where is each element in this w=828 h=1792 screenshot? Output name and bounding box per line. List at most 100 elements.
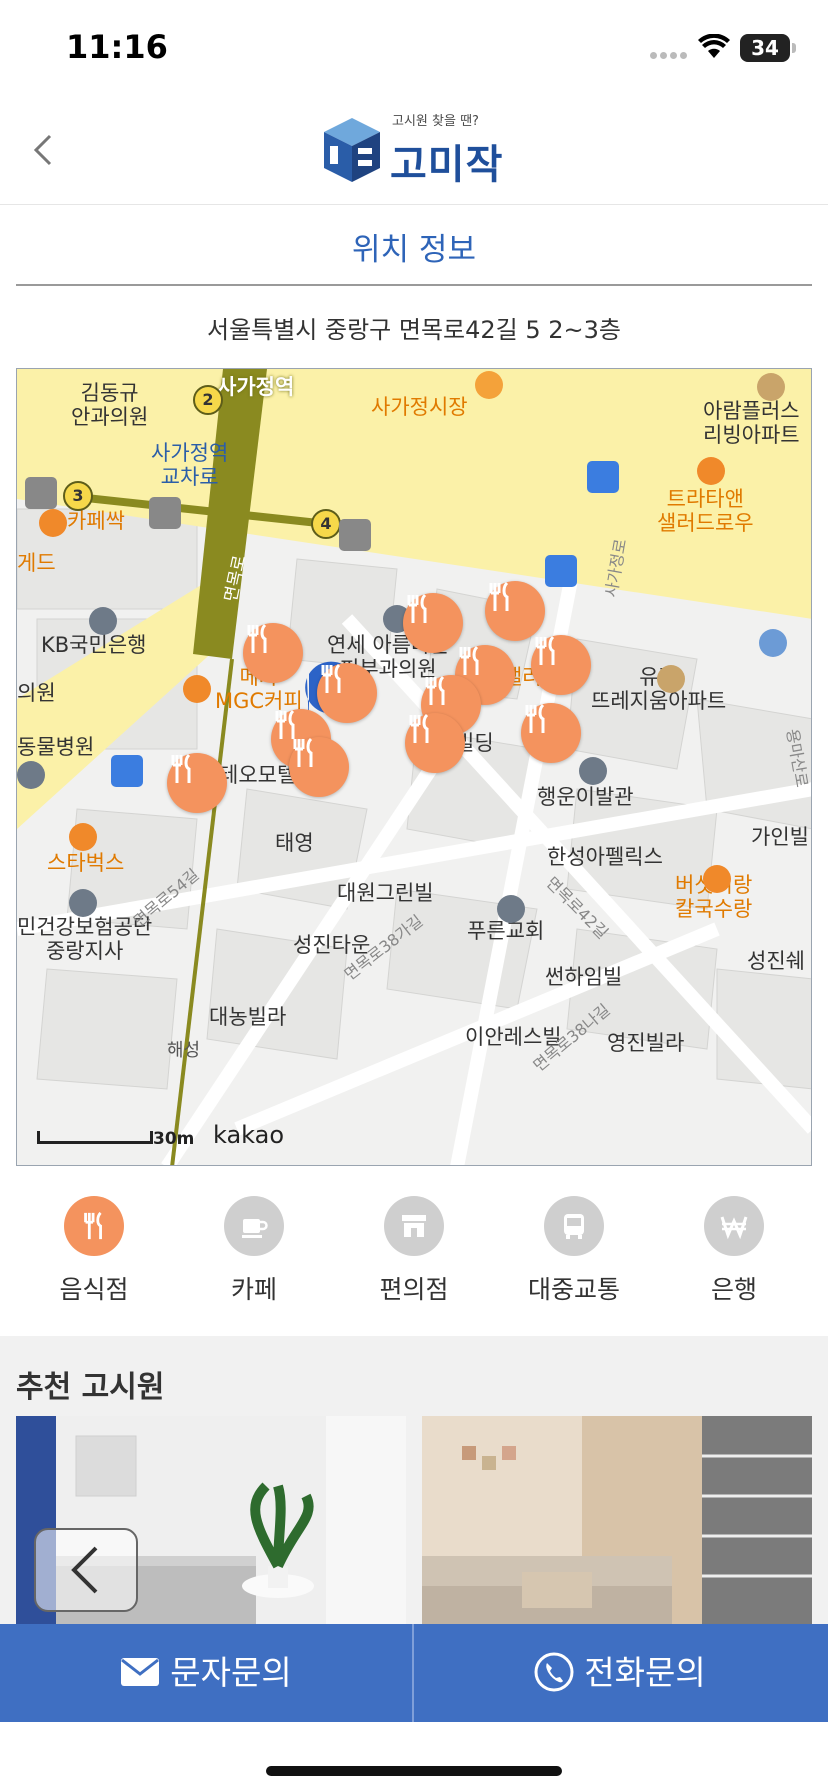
fork-knife-icon [459, 645, 479, 675]
call-inquiry-button[interactable]: 전화문의 [414, 1624, 826, 1722]
category-cafe[interactable]: 카페 [194, 1196, 314, 1306]
map-label: 해성 [167, 1040, 201, 1061]
coffee-cup-icon [224, 1196, 284, 1256]
building-icon [757, 373, 785, 401]
bank-icon [89, 607, 117, 635]
section-divider [16, 284, 812, 286]
station-exit-marker: 3 [63, 481, 93, 511]
map-label: 아람플러스 리빙아파트 [703, 399, 800, 448]
location-map[interactable]: 김동규 안과의원 사가정역 사가정시장 아람플러스 리빙아파트 사가정역 교차로 트라… [16, 368, 812, 1166]
restaurant-pin[interactable] [521, 703, 581, 763]
map-provider-logo: kakao [213, 1121, 285, 1149]
home-indicator [266, 1766, 562, 1776]
category-label: 음식점 [59, 1275, 129, 1304]
status-time: 11:16 [66, 28, 168, 66]
fork-knife-icon [525, 703, 545, 733]
restaurant-pin[interactable] [317, 663, 377, 723]
category-label: 편의점 [379, 1275, 449, 1304]
map-label: 대농빌라 [209, 1005, 287, 1029]
map-label: 동물병원 [17, 735, 95, 759]
back-button[interactable] [24, 130, 64, 170]
parking-icon [759, 629, 787, 657]
restaurant-pin[interactable] [167, 753, 227, 813]
cube-logo-icon [324, 118, 380, 182]
market-icon [475, 371, 503, 399]
map-scale-bar [37, 1131, 153, 1144]
station-exit-marker: 2 [193, 385, 223, 415]
recommended-card[interactable] [422, 1416, 812, 1626]
category-restaurant[interactable]: 음식점 [34, 1196, 154, 1306]
restaurant-pin[interactable] [531, 635, 591, 695]
category-label: 대중교통 [527, 1275, 620, 1304]
carousel-prev-button[interactable] [34, 1528, 138, 1612]
building-icon [69, 889, 97, 917]
bus-stop-icon [545, 555, 577, 587]
map-label: 대원그린빌 [337, 881, 434, 905]
restaurant-pin[interactable] [243, 623, 303, 683]
map-label: 사가정역 교차로 [151, 441, 229, 490]
sms-inquiry-label: 문자문의 [170, 1653, 292, 1692]
battery-cap [792, 43, 796, 53]
building-icon [657, 665, 685, 693]
store-icon [384, 1196, 444, 1256]
category-label: 은행 [710, 1275, 757, 1304]
category-label: 카페 [230, 1275, 277, 1304]
barber-icon [579, 757, 607, 785]
recommended-title: 추천 고시원 [16, 1370, 165, 1405]
map-label: 테오모텔 [219, 763, 297, 787]
restaurant-pin[interactable] [289, 737, 349, 797]
category-transit[interactable]: 대중교통 [514, 1196, 634, 1306]
church-icon [497, 895, 525, 923]
map-label: 트라타앤 샐러드로우 [657, 487, 754, 536]
fork-knife-icon [409, 713, 429, 743]
restaurant-pin[interactable] [485, 581, 545, 641]
cafe-icon [39, 509, 67, 537]
restaurant-icon [697, 457, 725, 485]
fork-knife-icon [489, 581, 509, 611]
map-label: 민건강보험공단 중랑지사 [17, 915, 153, 964]
bus-stop-icon [111, 755, 143, 787]
wifi-icon [698, 33, 730, 64]
map-label: 스타벅스 [47, 851, 125, 875]
map-label: 게드 [17, 551, 56, 575]
logo-text: 고미작 [390, 142, 504, 188]
restaurant-pin[interactable] [405, 713, 465, 773]
map-label: 한성아펠릭스 [547, 845, 663, 869]
map-label: 썬하임빌 [545, 965, 623, 989]
won-icon [704, 1196, 764, 1256]
category-bank[interactable]: 은행 [674, 1196, 794, 1306]
phone-icon [534, 1652, 574, 1691]
pet-icon [17, 761, 45, 789]
fork-knife-icon [247, 623, 267, 653]
restaurant-pin[interactable] [403, 593, 463, 653]
app-header: 고시원 찾을 땐? 고미작 [0, 90, 828, 205]
fork-knife-icon [321, 663, 341, 693]
contact-bar: 문자문의 전화문의 [0, 1624, 828, 1722]
recommended-section: 추천 고시원 [0, 1336, 828, 1626]
logo-tagline: 고시원 찾을 땐? [392, 114, 479, 129]
map-label: KB국민은행 [41, 633, 147, 657]
elevator-icon [149, 497, 181, 529]
map-label: 사가정역 [217, 375, 295, 399]
room-photo [422, 1416, 812, 1626]
fork-knife-icon [407, 593, 427, 623]
category-convenience-store[interactable]: 편의점 [354, 1196, 474, 1306]
app-logo[interactable]: 고시원 찾을 땐? 고미작 [320, 108, 510, 188]
bus-stop-icon [587, 461, 619, 493]
sms-inquiry-button[interactable]: 문자문의 [0, 1624, 412, 1722]
fork-knife-icon [293, 737, 313, 767]
map-label: 태영 [275, 831, 314, 855]
escalator-icon [25, 477, 57, 509]
bus-icon [544, 1196, 604, 1256]
map-label: 푸른교회 [467, 919, 545, 943]
section-title: 위치 정보 [352, 232, 476, 268]
envelope-icon [121, 1657, 160, 1686]
cafe-icon [69, 823, 97, 851]
chevron-left-icon [71, 1546, 98, 1594]
fork-knife-icon [64, 1196, 124, 1256]
map-label: 가인빌 [751, 825, 809, 849]
signal-icon [650, 44, 690, 63]
station-exit-marker: 4 [311, 509, 341, 539]
fork-knife-icon [171, 753, 191, 783]
status-bar: 11:16 34 [0, 0, 828, 90]
